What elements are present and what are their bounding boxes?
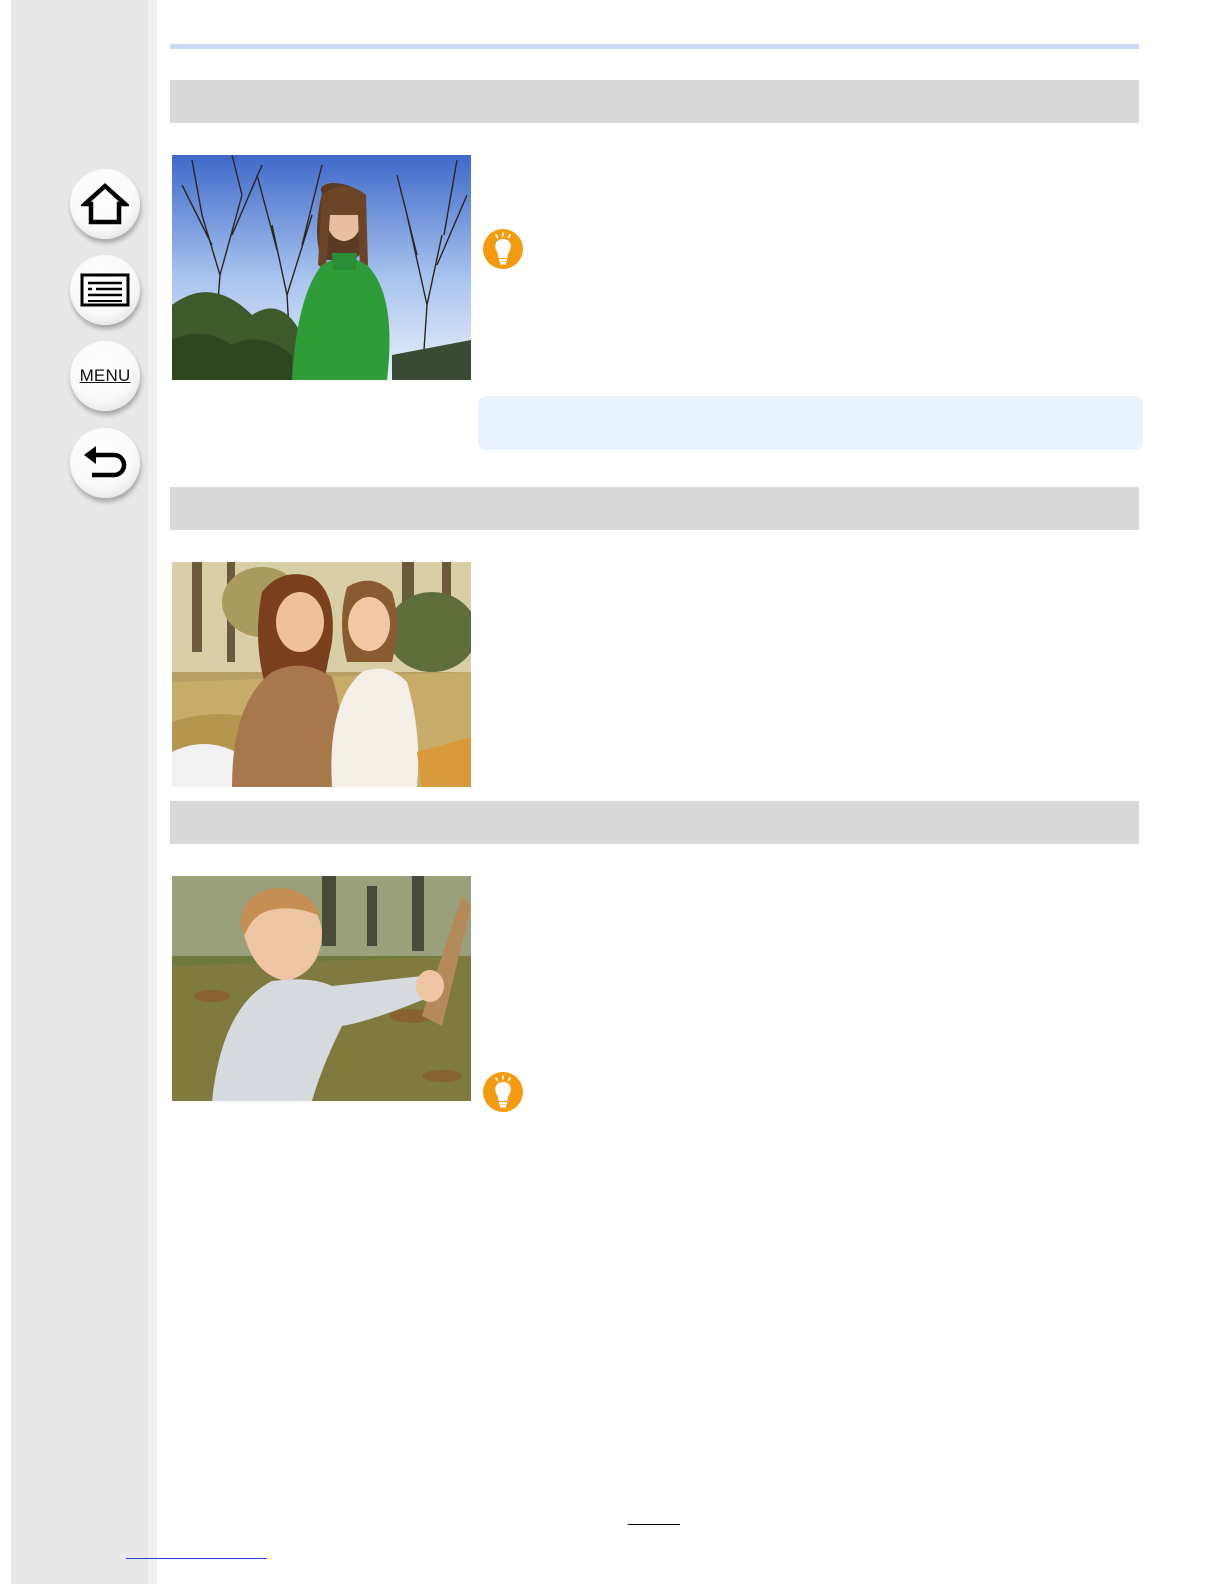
back-button[interactable] [70, 428, 140, 498]
photo-toddler [172, 876, 471, 1101]
section-header-bar [170, 80, 1139, 123]
home-button[interactable] [70, 169, 140, 239]
note-box [478, 396, 1143, 450]
sidebar [11, 0, 148, 1584]
section-header-bar [170, 801, 1139, 844]
home-icon [81, 182, 129, 225]
header-rule [170, 44, 1139, 49]
photo-two-women [172, 562, 471, 787]
lightbulb-icon [483, 229, 523, 269]
page-number-rule [628, 1524, 680, 1525]
menu-button[interactable]: MENU [70, 341, 140, 411]
section-header-bar [170, 487, 1139, 530]
lightbulb-icon [483, 1072, 523, 1112]
contents-button[interactable] [70, 255, 140, 325]
back-arrow-icon [84, 446, 127, 478]
list-icon [80, 273, 130, 307]
footer-link[interactable] [126, 1558, 267, 1559]
photo-portrait-woman [172, 155, 471, 380]
menu-label: MENU [79, 366, 131, 385]
sidebar-edge [148, 0, 157, 1584]
